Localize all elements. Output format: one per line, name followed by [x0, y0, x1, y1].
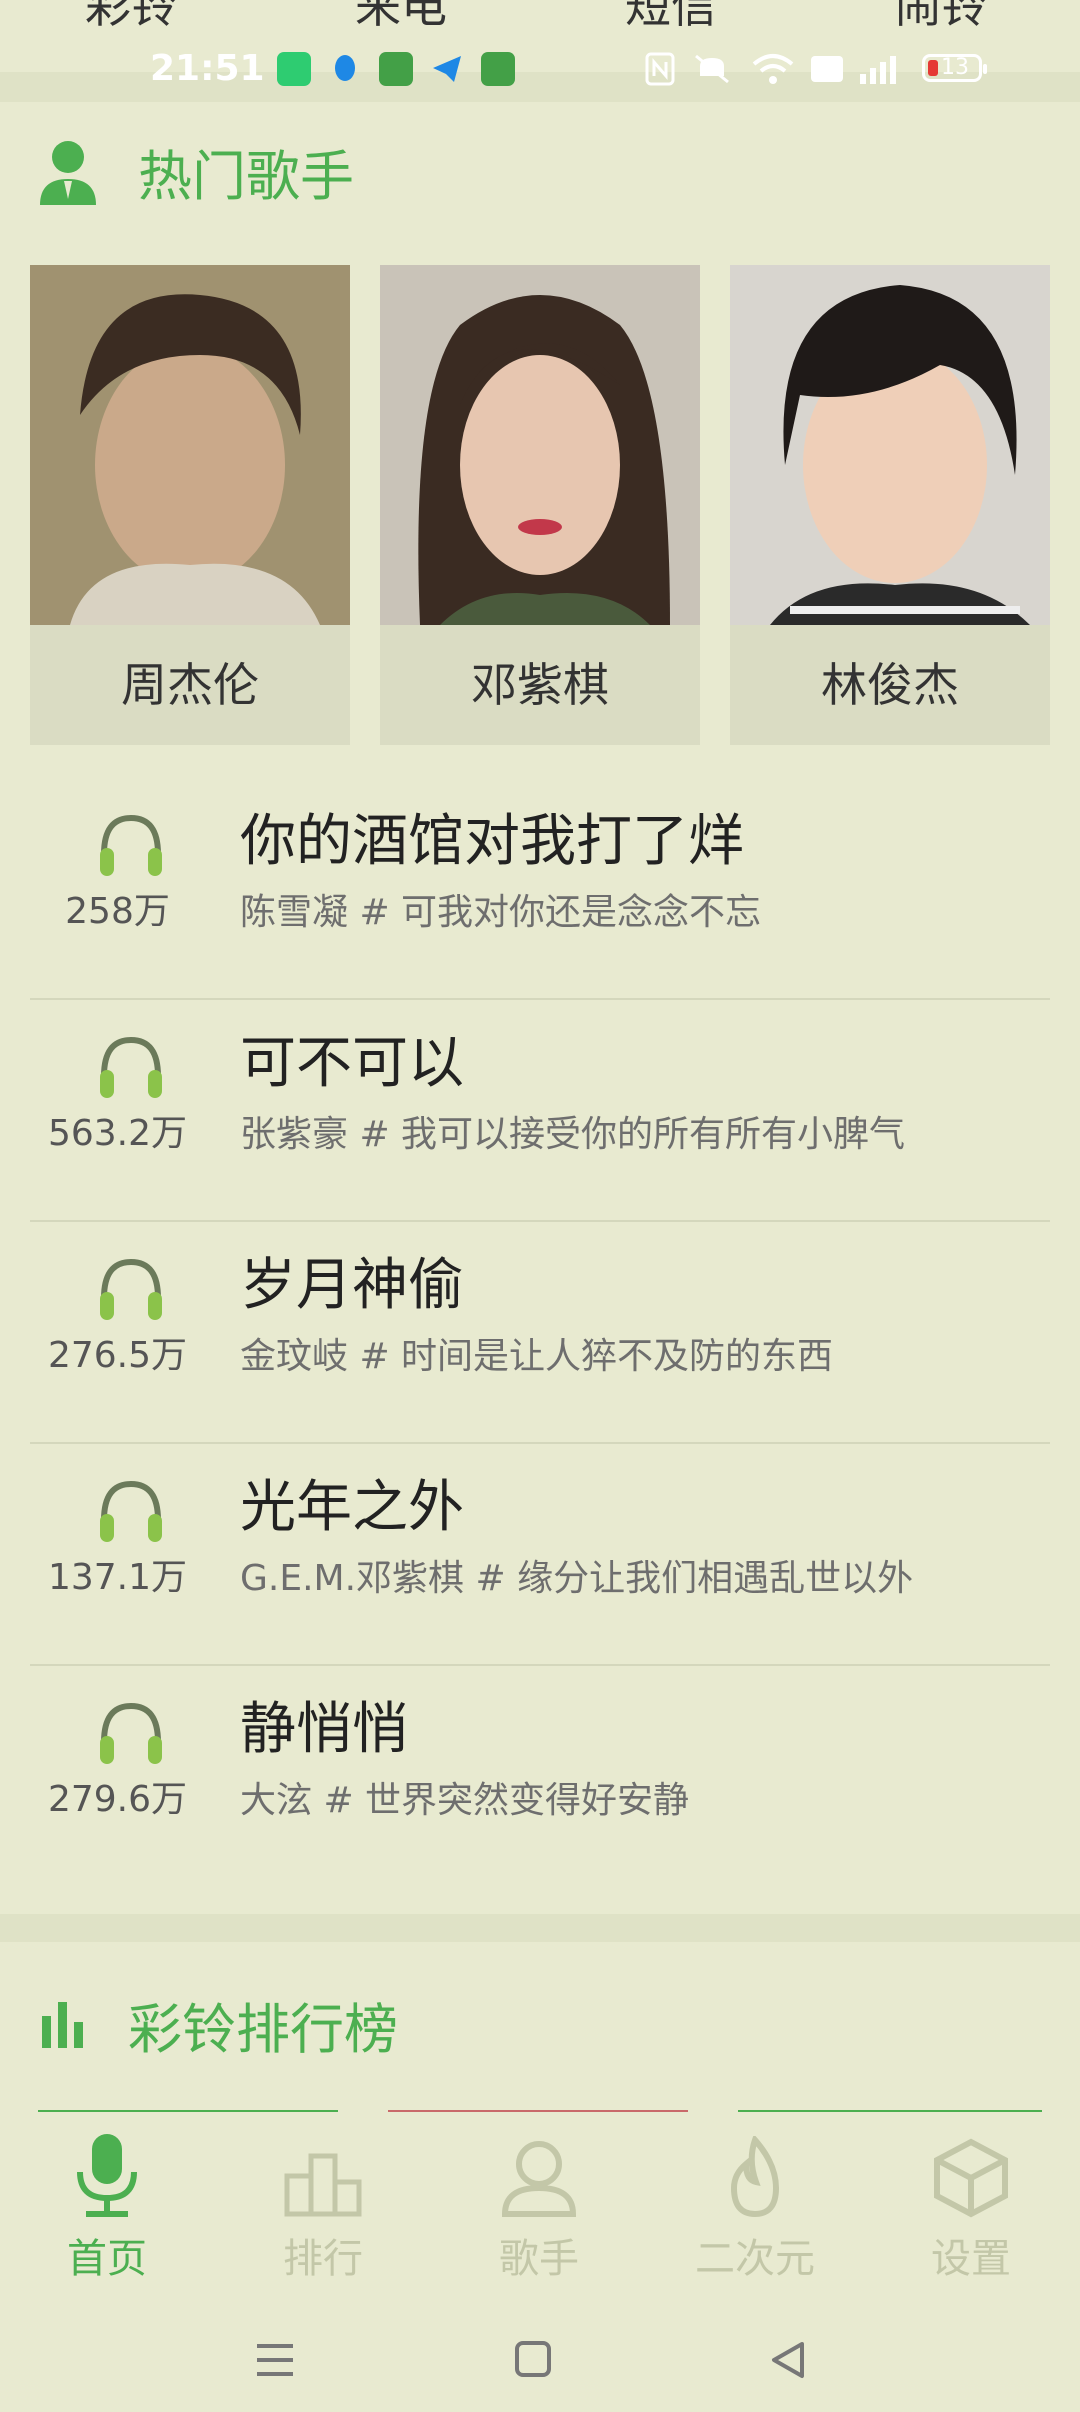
singer-name: 邓紫棋 [471, 658, 609, 712]
hot-singers-header: 热门歌手 [38, 132, 354, 211]
status-time: 21:51 [150, 48, 265, 89]
headphones-icon [100, 1258, 162, 1320]
telegram-icon [430, 52, 464, 86]
android-icon [481, 52, 515, 86]
back-icon[interactable] [770, 2340, 806, 2380]
tab-laidian[interactable]: 来电 [355, 0, 447, 30]
nav-singers[interactable]: 歌手 [439, 2128, 639, 2284]
play-count: 279.6万 [47, 1779, 188, 1820]
message-icon [379, 52, 413, 86]
nav-label: 首页 [67, 2236, 147, 2282]
song-list-item[interactable]: 279.6万 静悄悄 大泫 # 世界突然变得好安静 [30, 1664, 1050, 1886]
microphone-icon [77, 2134, 137, 2217]
bottom-navigation: 首页 排行 歌手 二次元 设置 [0, 2112, 1080, 2292]
headphones-icon [100, 1036, 162, 1098]
song-subtitle: 金玟岐 # 时间是让人猝不及防的东西 [240, 1336, 834, 1377]
play-count: 137.1万 [47, 1557, 188, 1598]
singer-person-icon [40, 140, 96, 205]
play-count: 563.2万 [47, 1113, 188, 1154]
singer-photo [30, 265, 350, 625]
singer-card[interactable]: 林俊杰 [730, 265, 1050, 745]
singer-photo [730, 265, 1050, 625]
nav-anime[interactable]: 二次元 [655, 2128, 855, 2284]
singer-photo [380, 265, 700, 625]
song-list-item[interactable]: 276.5万 岁月神偷 金玟岐 # 时间是让人猝不及防的东西 [30, 1220, 1050, 1444]
song-title: 光年之外 [240, 1475, 464, 1540]
qq-icon [328, 52, 362, 86]
home-icon[interactable] [514, 2340, 552, 2378]
section-divider [0, 1914, 1080, 1942]
nfc-icon [645, 52, 675, 86]
headphones-icon [100, 1702, 162, 1764]
headphones-icon [100, 1480, 162, 1542]
ranking-header: 彩铃排行榜 [38, 1985, 398, 2064]
tab-naoling[interactable]: 闹铃 [895, 0, 987, 30]
top-tab-bar: 彩铃 来电 短信 闹铃 [0, 0, 1080, 30]
tab-duanxin[interactable]: 短信 [625, 0, 717, 30]
hd-icon [810, 52, 844, 86]
song-subtitle: 陈雪凝 # 可我对你还是念念不忘 [240, 892, 762, 933]
battery-icon: 13 [922, 54, 987, 82]
mute-icon [692, 52, 732, 86]
singer-card[interactable]: 周杰伦 [30, 265, 350, 745]
song-list-item[interactable]: 258万 你的酒馆对我打了烊 陈雪凝 # 可我对你还是念念不忘 [30, 776, 1050, 1000]
battery-level: 13 [941, 55, 969, 80]
nav-settings[interactable]: 设置 [871, 2128, 1071, 2284]
song-list-item[interactable]: 563.2万 可不可以 张紫豪 # 我可以接受你的所有所有小脾气 [30, 998, 1050, 1222]
bar-chart-icon [42, 2001, 83, 2048]
nav-label: 排行 [283, 2236, 363, 2282]
song-title: 你的酒馆对我打了烊 [240, 809, 744, 874]
play-count: 258万 [65, 891, 170, 932]
song-title: 静悄悄 [240, 1697, 408, 1762]
nav-label: 二次元 [695, 2236, 815, 2282]
battery-saver-icon [277, 52, 311, 86]
song-subtitle: G.E.M.邓紫棋 # 缘分让我们相遇乱世以外 [240, 1558, 914, 1599]
ranking-title: 彩铃排行榜 [128, 1998, 398, 2061]
tab-caling[interactable]: 彩铃 [85, 0, 177, 30]
flame-icon [730, 2136, 780, 2218]
singer-name: 周杰伦 [121, 658, 259, 712]
play-count: 276.5万 [47, 1335, 188, 1376]
song-subtitle: 大泫 # 世界突然变得好安静 [240, 1780, 690, 1821]
headphones-icon [100, 814, 162, 876]
person-icon [501, 2141, 577, 2217]
cube-icon [934, 2138, 1008, 2218]
wifi-icon [752, 52, 794, 86]
song-list-item[interactable]: 137.1万 光年之外 G.E.M.邓紫棋 # 缘分让我们相遇乱世以外 [30, 1442, 1050, 1666]
nav-label: 设置 [931, 2236, 1011, 2282]
signal-icon [858, 52, 906, 86]
singer-card[interactable]: 邓紫棋 [380, 265, 700, 745]
hot-singers-title: 热门歌手 [138, 145, 354, 208]
nav-home[interactable]: 首页 [7, 2128, 207, 2284]
menu-icon[interactable] [255, 2342, 295, 2378]
nav-label: 歌手 [499, 2236, 579, 2282]
singer-name: 林俊杰 [821, 658, 959, 712]
nav-ranking[interactable]: 排行 [223, 2128, 423, 2284]
song-subtitle: 张紫豪 # 我可以接受你的所有所有小脾气 [240, 1114, 906, 1155]
song-title: 岁月神偷 [240, 1253, 464, 1318]
song-title: 可不可以 [240, 1031, 464, 1096]
podium-icon [284, 2153, 362, 2217]
system-navigation-bar [0, 2300, 1080, 2412]
status-bar: 21:51 13 [0, 40, 1080, 100]
